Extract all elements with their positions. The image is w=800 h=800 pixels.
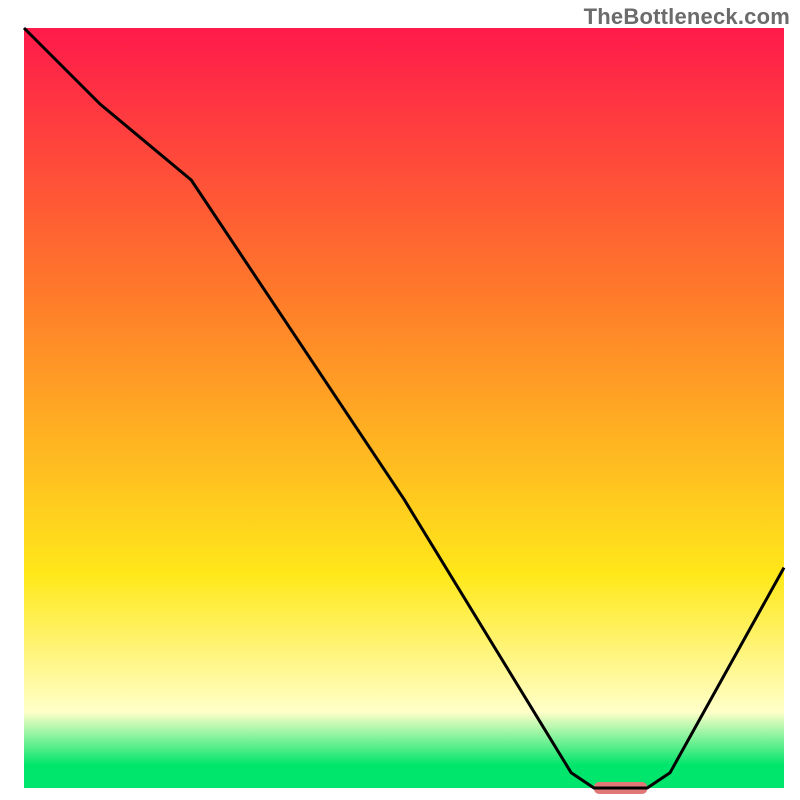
chart-canvas: TheBottleneck.com [0, 0, 800, 800]
bottleneck-chart [0, 0, 800, 800]
heatmap-background [24, 28, 784, 788]
